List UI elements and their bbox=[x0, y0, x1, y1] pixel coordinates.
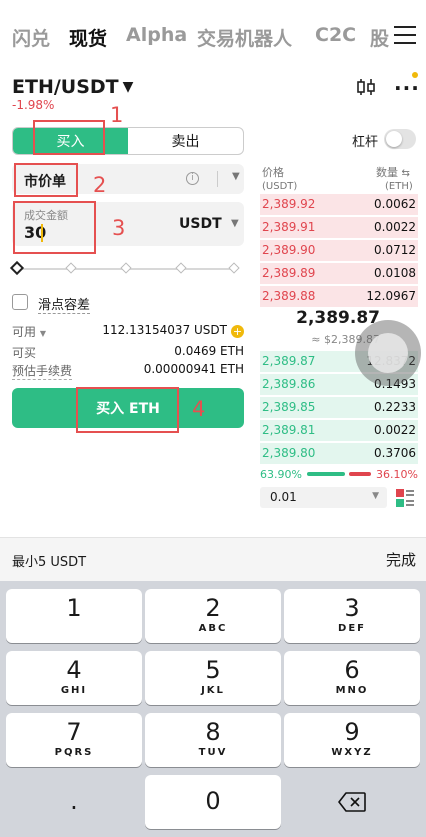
pair-symbol: ETH/USDT bbox=[12, 76, 119, 98]
done-button[interactable]: 完成 bbox=[386, 549, 416, 570]
hamburger-menu-icon[interactable] bbox=[394, 26, 416, 44]
slippage-label[interactable]: 滑点容差 bbox=[38, 294, 91, 314]
sell-ratio: 36.10% bbox=[376, 468, 418, 481]
min-amount-hint: 最小5 USDT bbox=[12, 555, 87, 570]
bid-row[interactable]: 2,389.80 0.3706 bbox=[260, 443, 418, 464]
annotation-box-4 bbox=[76, 387, 179, 433]
bid-row[interactable]: 2,389.85 0.2233 bbox=[260, 397, 418, 418]
available-label[interactable]: 可用 ▼ bbox=[12, 323, 46, 340]
annotation-number-4: 4 bbox=[192, 397, 206, 421]
annotation-number-2: 2 bbox=[93, 173, 107, 197]
ask-row[interactable]: 2,389.91 0.0022 bbox=[260, 217, 418, 238]
slider-node-100[interactable] bbox=[228, 262, 240, 274]
ask-row[interactable]: 2,389.89 0.0108 bbox=[260, 263, 418, 284]
annotation-number-3: 3 bbox=[112, 216, 126, 240]
key-2[interactable]: 2 ABC bbox=[145, 589, 281, 643]
buy-ratio: 63.90% bbox=[260, 468, 302, 481]
key-6[interactable]: 6 MNO bbox=[284, 651, 420, 705]
key-decimal[interactable]: . bbox=[6, 775, 142, 829]
fee-value: 0.00000941 ETH bbox=[143, 362, 244, 376]
annotation-box-3 bbox=[13, 201, 96, 254]
caret-down-icon: ▼ bbox=[372, 491, 379, 501]
caret-down-icon: ▼ bbox=[122, 79, 134, 95]
slider-node-25[interactable] bbox=[65, 262, 77, 274]
key-5[interactable]: 5 JKL bbox=[145, 651, 281, 705]
key-3[interactable]: 3 DEF bbox=[284, 589, 420, 643]
info-icon[interactable]: i bbox=[186, 172, 199, 185]
key-1[interactable]: 1 bbox=[6, 589, 142, 643]
more-options-icon[interactable]: ··· bbox=[394, 76, 420, 100]
add-funds-icon[interactable]: + bbox=[231, 325, 244, 338]
leverage-label: 杠杆 bbox=[352, 135, 379, 150]
qty-unit: (ETH) bbox=[385, 181, 413, 192]
price-unit: (USDT) bbox=[262, 181, 298, 192]
buy-ratio-bar bbox=[307, 472, 345, 476]
qty-header[interactable]: 数量 ⇆ bbox=[376, 164, 410, 180]
can-buy-value: 0.0469 ETH bbox=[174, 344, 244, 358]
tab-stocks[interactable]: 股 bbox=[370, 24, 389, 51]
divider bbox=[217, 171, 218, 187]
keyboard-toolbar: 最小5 USDT 完成 bbox=[0, 537, 426, 581]
sell-tab[interactable]: 卖出 bbox=[128, 128, 243, 154]
price-header: 价格 bbox=[262, 166, 284, 179]
bid-row[interactable]: 2,389.81 0.0022 bbox=[260, 420, 418, 441]
tab-convert[interactable]: 闪兑 bbox=[12, 24, 50, 51]
tab-c2c[interactable]: C2C bbox=[315, 24, 356, 46]
backspace-key[interactable] bbox=[284, 775, 420, 829]
pair-selector[interactable]: ETH/USDT ▼ bbox=[12, 76, 133, 98]
key-9[interactable]: 9 WXYZ bbox=[284, 713, 420, 767]
sell-ratio-bar bbox=[349, 472, 371, 476]
percent-slider[interactable] bbox=[9, 260, 240, 276]
price-change: -1.98% bbox=[12, 98, 55, 112]
leverage-toggle[interactable] bbox=[384, 129, 416, 149]
depth-value: 0.01 bbox=[270, 490, 297, 504]
assistive-touch-button[interactable] bbox=[355, 320, 421, 386]
depth-select[interactable]: 0.01 ▼ bbox=[260, 487, 387, 508]
top-nav: 闪兑 现货 Alpha 交易机器人 C2C 股 bbox=[0, 0, 426, 74]
annotation-number-1: 1 bbox=[110, 103, 124, 127]
slippage-checkbox[interactable] bbox=[12, 294, 28, 310]
key-0[interactable]: 0 bbox=[145, 775, 281, 829]
tab-alpha[interactable]: Alpha bbox=[126, 24, 187, 46]
ask-row[interactable]: 2,389.88 12.0967 bbox=[260, 286, 418, 307]
slider-node-50[interactable] bbox=[120, 262, 132, 274]
key-7[interactable]: 7 PQRS bbox=[6, 713, 142, 767]
backspace-icon bbox=[338, 792, 366, 812]
available-value: 112.13154037 USDT + bbox=[102, 323, 244, 338]
tab-trading-bot[interactable]: 交易机器人 bbox=[197, 24, 292, 51]
tab-spot[interactable]: 现货 bbox=[69, 24, 107, 51]
ask-row[interactable]: 2,389.92 0.0062 bbox=[260, 194, 418, 215]
slider-node-75[interactable] bbox=[175, 262, 187, 274]
slider-handle[interactable] bbox=[9, 260, 25, 276]
annotation-box-1 bbox=[33, 120, 105, 155]
notification-dot bbox=[412, 72, 418, 78]
last-price: 2,389.87 bbox=[296, 308, 380, 328]
key-8[interactable]: 8 TUV bbox=[145, 713, 281, 767]
amount-unit-select[interactable]: USDT bbox=[179, 216, 222, 232]
annotation-box-2 bbox=[14, 163, 78, 197]
caret-down-icon: ▼ bbox=[231, 218, 239, 229]
candlestick-chart-icon[interactable] bbox=[356, 78, 376, 96]
orderbook-layout-icon[interactable] bbox=[396, 489, 414, 507]
fee-label: 预估手续费 bbox=[12, 364, 73, 380]
ask-row[interactable]: 2,389.90 0.0712 bbox=[260, 240, 418, 261]
can-buy-label: 可买 bbox=[12, 346, 37, 360]
caret-down-icon: ▼ bbox=[232, 171, 240, 182]
key-4[interactable]: 4 GHI bbox=[6, 651, 142, 705]
numeric-keypad: 1 2 ABC 3 DEF 4 GHI 5 JKL 6 MNO 7 PQRS 8 TUV 9W… bbox=[0, 581, 426, 837]
